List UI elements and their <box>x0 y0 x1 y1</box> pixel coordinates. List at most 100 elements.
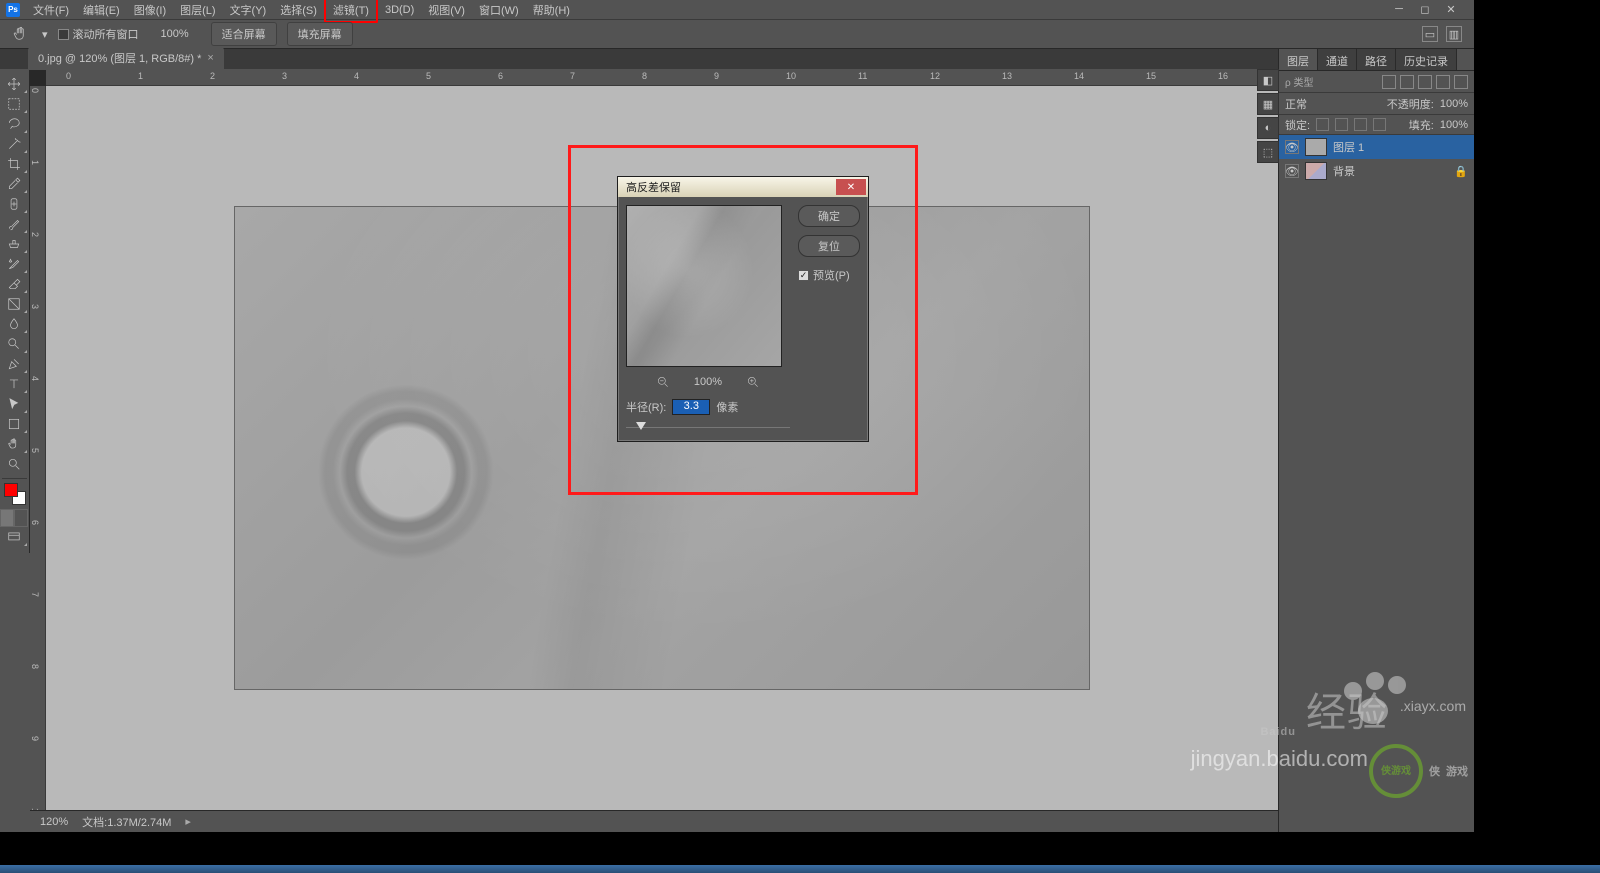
ok-button[interactable]: 确定 <box>798 205 860 227</box>
rectangle-tool[interactable] <box>0 414 28 434</box>
maximize-icon[interactable]: ◻ <box>1418 3 1432 16</box>
filter-shape-icon[interactable] <box>1436 75 1450 89</box>
lasso-tool[interactable] <box>0 114 28 134</box>
zoom-100-button[interactable]: 100% <box>149 25 201 43</box>
menu-3d[interactable]: 3D(D) <box>378 1 421 19</box>
blend-mode-dropdown[interactable]: 正常 <box>1285 96 1381 112</box>
status-zoom[interactable]: 120% <box>40 816 68 828</box>
adjustments-panel-icon[interactable]: ◐ <box>1257 117 1279 139</box>
document-tab[interactable]: 0.jpg @ 120% (图层 1, RGB/8#) * × <box>28 47 224 69</box>
dialog-titlebar[interactable]: 高反差保留 ✕ <box>618 177 868 197</box>
gradient-tool[interactable] <box>0 294 28 314</box>
menu-window[interactable]: 窗口(W) <box>472 0 526 21</box>
healing-brush-tool[interactable] <box>0 194 28 214</box>
marquee-tool[interactable] <box>0 94 28 114</box>
eyedropper-tool[interactable] <box>0 174 28 194</box>
styles-panel-icon[interactable]: ⬚ <box>1257 141 1279 163</box>
hand-tool[interactable] <box>0 434 28 454</box>
path-selection-tool[interactable] <box>0 394 28 414</box>
zoom-tool[interactable] <box>0 454 28 474</box>
foreground-color-swatch[interactable] <box>4 483 18 497</box>
layer-name[interactable]: 图层 1 <box>1333 139 1364 155</box>
fill-screen-button[interactable]: 填充屏幕 <box>287 22 353 46</box>
layer-thumbnail[interactable] <box>1305 138 1327 156</box>
close-tab-icon[interactable]: × <box>207 52 213 64</box>
history-brush-tool[interactable] <box>0 254 28 274</box>
status-menu-icon[interactable]: ▸ <box>185 815 191 828</box>
zoom-in-icon[interactable] <box>746 375 760 389</box>
tab-channels[interactable]: 通道 <box>1318 49 1357 70</box>
pen-tool[interactable] <box>0 354 28 374</box>
menu-select[interactable]: 选择(S) <box>273 0 324 21</box>
radius-slider[interactable] <box>626 421 790 433</box>
fill-value[interactable]: 100% <box>1440 119 1468 131</box>
layer-filter-row: ρ 类型 <box>1279 71 1474 93</box>
screen-mode-toggle[interactable] <box>0 527 28 547</box>
layer-thumbnail[interactable] <box>1305 162 1327 180</box>
tab-history[interactable]: 历史记录 <box>1396 49 1457 70</box>
options-bar: ▾ 滚动所有窗口 100% 适合屏幕 填充屏幕 ▭ ▥ <box>0 19 1474 49</box>
blur-tool[interactable] <box>0 314 28 334</box>
filter-adjust-icon[interactable] <box>1400 75 1414 89</box>
radius-unit: 像素 <box>716 399 738 415</box>
reset-button[interactable]: 复位 <box>798 235 860 257</box>
menu-type[interactable]: 文字(Y) <box>223 0 274 21</box>
workspace-menu-icon[interactable]: ▥ <box>1446 26 1462 42</box>
swatches-panel-icon[interactable]: ▦ <box>1257 93 1279 115</box>
menu-file[interactable]: 文件(F) <box>26 0 76 21</box>
opacity-value[interactable]: 100% <box>1440 98 1468 110</box>
preview-checkbox[interactable]: ✓ 预览(P) <box>798 267 860 283</box>
status-doc-size[interactable]: 文档:1.37M/2.74M <box>82 814 171 830</box>
layer-row[interactable]: 👁 图层 1 <box>1279 135 1474 159</box>
lock-pixels-icon[interactable] <box>1335 118 1348 131</box>
lock-transparent-icon[interactable] <box>1316 118 1329 131</box>
chevron-down-icon[interactable]: ▾ <box>42 28 48 41</box>
radius-input[interactable]: 3.3 <box>672 399 710 415</box>
tab-layers[interactable]: 图层 <box>1279 49 1318 70</box>
quick-mask-toggle[interactable] <box>0 509 28 527</box>
workspace-switch-icon[interactable]: ▭ <box>1422 26 1438 42</box>
status-bar: 120% 文档:1.37M/2.74M ▸ <box>30 810 1278 832</box>
menu-view[interactable]: 视图(V) <box>421 0 472 21</box>
magic-wand-tool[interactable] <box>0 134 28 154</box>
opacity-label: 不透明度: <box>1387 96 1434 112</box>
layer-name[interactable]: 背景 <box>1333 163 1355 179</box>
filter-smart-icon[interactable] <box>1454 75 1468 89</box>
menu-help[interactable]: 帮助(H) <box>526 0 577 21</box>
filter-kind-dropdown[interactable]: ρ 类型 <box>1285 74 1378 89</box>
menu-image[interactable]: 图像(I) <box>127 0 173 21</box>
clone-stamp-tool[interactable] <box>0 234 28 254</box>
filter-pixel-icon[interactable] <box>1382 75 1396 89</box>
lock-position-icon[interactable] <box>1354 118 1367 131</box>
dialog-close-button[interactable]: ✕ <box>836 179 866 195</box>
watermark-baidu: Baidu经验 <box>1260 680 1388 738</box>
high-pass-dialog: 高反差保留 ✕ 100% 半径(R): 3.3 像素 <box>617 176 869 442</box>
checkbox-checked-icon: ✓ <box>798 270 809 281</box>
move-tool[interactable] <box>0 74 28 94</box>
tab-paths[interactable]: 路径 <box>1357 49 1396 70</box>
panel-tabs: 图层 通道 路径 历史记录 <box>1279 49 1474 71</box>
minimize-icon[interactable]: ─ <box>1392 3 1406 16</box>
menu-edit[interactable]: 编辑(E) <box>76 0 127 21</box>
eraser-tool[interactable] <box>0 274 28 294</box>
layer-row[interactable]: 👁 背景 🔒 <box>1279 159 1474 183</box>
type-tool[interactable] <box>0 374 28 394</box>
visibility-toggle-icon[interactable]: 👁 <box>1285 140 1299 154</box>
filter-preview[interactable] <box>626 205 782 367</box>
color-panel-icon[interactable]: ◧ <box>1257 69 1279 91</box>
crop-tool[interactable] <box>0 154 28 174</box>
color-swatches[interactable] <box>4 483 26 505</box>
lock-all-icon[interactable] <box>1373 118 1386 131</box>
menu-filter[interactable]: 滤镜(T) <box>324 0 378 23</box>
fit-screen-button[interactable]: 适合屏幕 <box>211 22 277 46</box>
brush-tool[interactable] <box>0 214 28 234</box>
dodge-tool[interactable] <box>0 334 28 354</box>
close-icon[interactable]: ✕ <box>1444 3 1458 16</box>
zoom-out-icon[interactable] <box>656 375 670 389</box>
scroll-all-windows-checkbox[interactable]: 滚动所有窗口 <box>58 26 139 42</box>
filter-type-icon[interactable] <box>1418 75 1432 89</box>
os-taskbar[interactable] <box>0 865 1600 873</box>
visibility-toggle-icon[interactable]: 👁 <box>1285 164 1299 178</box>
slider-thumb-icon[interactable] <box>636 422 646 430</box>
menu-layer[interactable]: 图层(L) <box>173 0 222 21</box>
